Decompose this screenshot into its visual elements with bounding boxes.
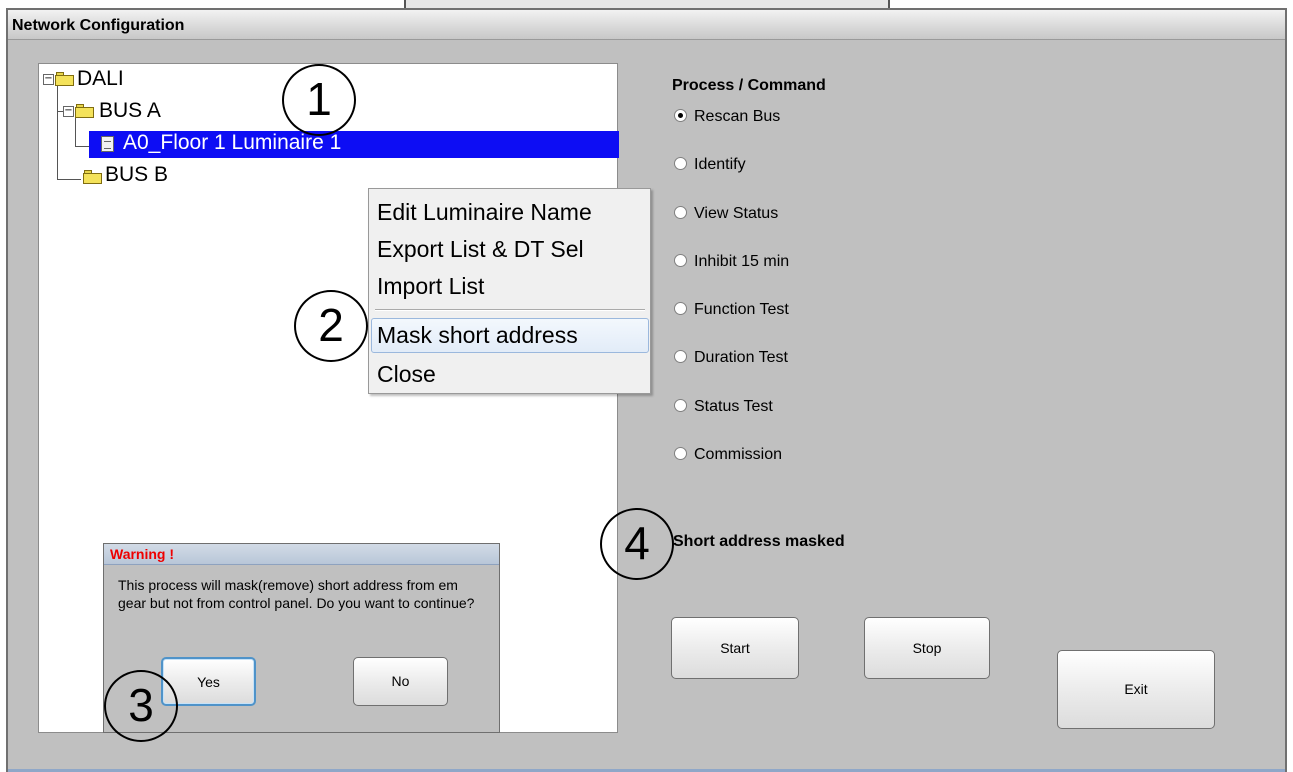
radio-icon[interactable] (674, 254, 687, 267)
stop-button[interactable]: Stop (864, 617, 990, 679)
menu-item-export-list[interactable]: Export List & DT Sel (377, 236, 584, 263)
tree-line (75, 116, 76, 146)
callout-2: 2 (294, 290, 368, 362)
radio-checked-icon[interactable] (674, 109, 687, 122)
callout-4: 4 (600, 508, 674, 580)
start-button[interactable]: Start (671, 617, 799, 679)
callout-3: 3 (104, 670, 178, 742)
radio-icon[interactable] (674, 447, 687, 460)
folder-open-icon (55, 72, 75, 86)
menu-item-close[interactable]: Close (377, 361, 436, 388)
dialog-message: This process will mask(remove) short add… (118, 577, 475, 611)
menu-item-mask-short-address[interactable]: Mask short address (377, 322, 578, 349)
window-title: Network Configuration (12, 17, 185, 34)
radio-duration-test[interactable]: Duration Test (674, 349, 788, 369)
radio-status-test[interactable]: Status Test (674, 398, 773, 418)
tree-node-bus-b[interactable]: BUS B (105, 164, 168, 188)
tree-line (57, 179, 81, 180)
radio-icon[interactable] (674, 157, 687, 170)
callout-1: 1 (282, 64, 356, 136)
radio-icon[interactable] (674, 302, 687, 315)
tree-node-bus-a[interactable]: BUS A (99, 100, 161, 124)
window-titlebar: Network Configuration (8, 10, 1285, 40)
status-message: Short address masked (673, 533, 845, 550)
tree-node-luminaire[interactable]: A0_Floor 1 Luminaire 1 (123, 132, 341, 156)
radio-commission[interactable]: Commission (674, 446, 782, 466)
tree-line (57, 84, 58, 179)
radio-icon[interactable] (674, 206, 687, 219)
menu-separator (375, 309, 645, 311)
menu-item-import-list[interactable]: Import List (377, 273, 484, 300)
context-menu: Edit Luminaire Name Export List & DT Sel… (368, 188, 651, 394)
radio-rescan-bus[interactable]: Rescan Bus (674, 108, 780, 128)
exit-button[interactable]: Exit (1057, 650, 1215, 729)
radio-inhibit-15-min[interactable]: Inhibit 15 min (674, 253, 789, 273)
radio-function-test[interactable]: Function Test (674, 301, 789, 321)
process-command-label: Process / Command (672, 77, 826, 94)
no-button[interactable]: No (353, 657, 448, 706)
menu-item-edit-luminaire-name[interactable]: Edit Luminaire Name (377, 199, 592, 226)
tree-node-dali[interactable]: DALI (77, 68, 124, 92)
radio-identify[interactable]: Identify (674, 156, 746, 176)
collapse-icon[interactable]: − (43, 74, 54, 85)
dialog-titlebar: Warning ! (104, 544, 499, 565)
document-icon (101, 136, 114, 152)
radio-view-status[interactable]: View Status (674, 205, 778, 225)
folder-open-icon (75, 104, 95, 118)
folder-icon (83, 170, 103, 184)
collapse-icon[interactable]: − (63, 106, 74, 117)
radio-icon[interactable] (674, 399, 687, 412)
dialog-title: Warning ! (110, 546, 175, 562)
radio-icon[interactable] (674, 350, 687, 363)
